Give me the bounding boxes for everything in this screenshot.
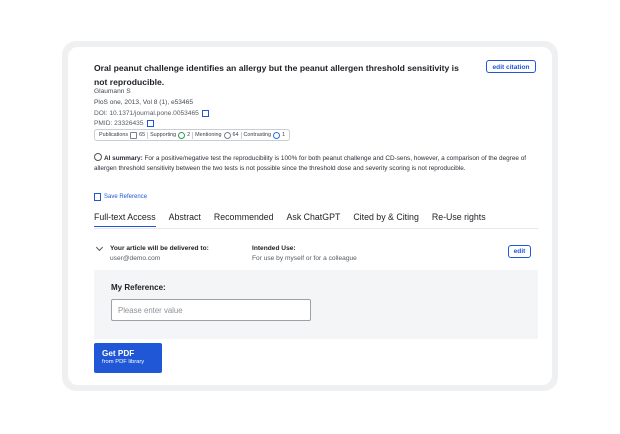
article-title: Oral peanut challenge identifies an alle… [94, 63, 459, 87]
get-pdf-subtitle: from PDF library [102, 359, 145, 365]
my-reference-input[interactable] [111, 299, 311, 321]
get-pdf-button[interactable]: Get PDF from PDF library [94, 343, 162, 373]
article-doi[interactable]: DOI: 10.1371/journal.pone.0053465 [94, 110, 199, 117]
badge-supporting[interactable]: Supporting 2 [147, 131, 192, 139]
ai-summary-text: For a positive/negative test the reprodu… [94, 155, 527, 173]
tab-divider [94, 228, 538, 229]
tab-cited-by-citing[interactable]: Cited by & Citing [353, 212, 419, 227]
tab-ask-chatgpt[interactable]: Ask ChatGPT [287, 212, 341, 227]
doi-row[interactable]: DOI: 10.1371/journal.pone.0053465 [94, 109, 209, 118]
article-author: Glaumann S [94, 88, 131, 95]
ai-sparkle-icon [94, 153, 102, 161]
ai-summary: AI summary: For a positive/negative test… [94, 153, 538, 175]
badge-count: 1 [282, 132, 286, 138]
check-circle-icon [178, 131, 186, 139]
citation-badges: Publications 65 Supporting 2 Mentioning 64 … [94, 129, 291, 141]
badge-publications[interactable]: Publications 65 [97, 131, 147, 139]
bookmark-icon [94, 193, 101, 201]
ai-summary-label: AI summary: [104, 155, 143, 162]
save-reference-button[interactable]: Save Reference [94, 193, 147, 201]
contrast-icon [273, 131, 281, 139]
article-pmid[interactable]: PMID: 23326435 [94, 120, 144, 127]
tab-recommended[interactable]: Recommended [214, 212, 274, 227]
tab-abstract[interactable]: Abstract [169, 212, 201, 227]
badge-label: Publications [99, 132, 129, 138]
edit-citation-button[interactable]: edit citation [486, 60, 536, 73]
badge-mentioning[interactable]: Mentioning 64 [192, 131, 240, 139]
delivery-email: user@demo.com [110, 255, 161, 262]
tab-bar: Full-text Access Abstract Recommended As… [94, 212, 499, 227]
get-pdf-title: Get PDF [102, 349, 135, 358]
badge-contrasting[interactable]: Contrasting 1 [240, 131, 288, 139]
pmid-row[interactable]: PMID: 23326435 [94, 119, 154, 128]
edit-delivery-button[interactable]: edit [508, 245, 531, 258]
my-reference-label: My Reference: [111, 283, 166, 292]
badge-count: 65 [139, 132, 146, 138]
article-journal: PloS one, 2013, Vol 8 (1), e53465 [94, 99, 193, 106]
badge-count: 2 [187, 132, 191, 138]
intended-use-value: For use by myself or for a colleague [252, 255, 357, 262]
external-link-icon[interactable] [146, 119, 154, 127]
delivery-heading: Your article will be delivered to: [110, 245, 209, 252]
save-reference-label: Save Reference [104, 194, 148, 200]
badge-label: Contrasting [243, 132, 272, 138]
badge-count: 64 [232, 132, 239, 138]
document-icon [130, 131, 138, 139]
mention-icon [223, 131, 231, 139]
tab-full-text-access[interactable]: Full-text Access [94, 212, 156, 227]
badge-label: Supporting [150, 132, 177, 138]
intended-use-heading: Intended Use: [252, 245, 296, 252]
badge-label: Mentioning [195, 132, 222, 138]
tab-re-use-rights[interactable]: Re-Use rights [432, 212, 486, 227]
external-link-icon[interactable] [201, 109, 209, 117]
